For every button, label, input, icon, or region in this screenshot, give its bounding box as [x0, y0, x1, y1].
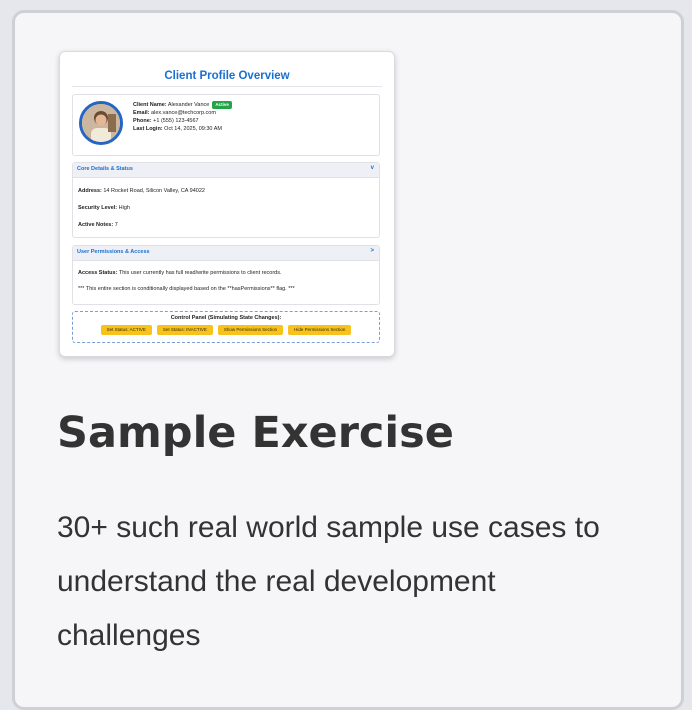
control-panel: Control Panel (Simulating State Changes)… — [72, 311, 380, 343]
access-label: Access Status: — [78, 270, 118, 276]
core-details-header[interactable]: Core Details & Status v — [73, 163, 379, 178]
core-details-title: Core Details & Status — [77, 166, 133, 172]
set-inactive-button[interactable]: Set Status: INACTIVE — [156, 325, 213, 335]
status-badge: Active — [212, 101, 232, 109]
hide-permissions-button[interactable]: Hide Permissions Section — [288, 325, 352, 335]
profile-info: Client Name: Alexander Vance Active Email… — [133, 101, 232, 133]
chevron-down-icon[interactable]: v — [371, 165, 374, 171]
client-email: alex.vance@techcorp.com — [151, 110, 216, 116]
address-label: Address: — [78, 188, 102, 194]
access-row: Access Status: This user currently has f… — [78, 270, 282, 276]
client-phone: +1 (555) 123-4567 — [153, 118, 199, 124]
permissions-header[interactable]: User Permissions & Access > — [73, 246, 379, 261]
security-row: Security Level: High — [78, 205, 130, 211]
permissions-panel: User Permissions & Access > Access Statu… — [72, 245, 380, 305]
show-permissions-button[interactable]: Show Permissions Section — [217, 325, 284, 335]
exercise-card: Client Profile Overview Client Name: Ale… — [12, 10, 684, 710]
address-row: Address: 14 Rocket Road, Silicon Valley,… — [78, 188, 205, 194]
core-details-panel: Core Details & Status v Address: 14 Rock… — [72, 162, 380, 238]
access-value: This user currently has full read/write … — [118, 270, 282, 276]
phone-label: Phone: — [133, 118, 152, 124]
login-label: Last Login: — [133, 126, 163, 132]
notes-row: Active Notes: 7 — [78, 222, 118, 228]
card-description: 30+ such real world sample use cases to … — [57, 511, 600, 652]
card-heading: Sample Exercise — [57, 408, 454, 458]
set-active-button[interactable]: Set Status: ACTIVE — [100, 325, 152, 335]
security-value: High — [118, 205, 130, 211]
email-label: Email: — [133, 110, 150, 116]
address-value: 14 Rocket Road, Silicon Valley, CA 94022 — [103, 188, 205, 194]
security-label: Security Level: — [78, 205, 118, 211]
avatar — [79, 101, 123, 145]
name-label: Client Name: — [133, 102, 167, 108]
notes-label: Active Notes: — [78, 222, 114, 228]
preview-title: Client Profile Overview — [164, 70, 290, 82]
client-name: Alexander Vance — [167, 102, 210, 108]
permissions-note: *** This entire section is conditionally… — [78, 286, 295, 292]
permissions-title: User Permissions & Access — [77, 249, 150, 255]
last-login: Oct 14, 2025, 09:30 AM — [164, 126, 222, 132]
notes-value: 7 — [114, 222, 118, 228]
control-panel-title: Control Panel (Simulating State Changes)… — [170, 315, 282, 321]
exercise-preview-image: Client Profile Overview Client Name: Ale… — [59, 51, 395, 357]
chevron-right-icon[interactable]: > — [370, 248, 374, 254]
client-profile-card: Client Name: Alexander Vance Active Email… — [72, 94, 380, 156]
divider — [72, 86, 382, 87]
